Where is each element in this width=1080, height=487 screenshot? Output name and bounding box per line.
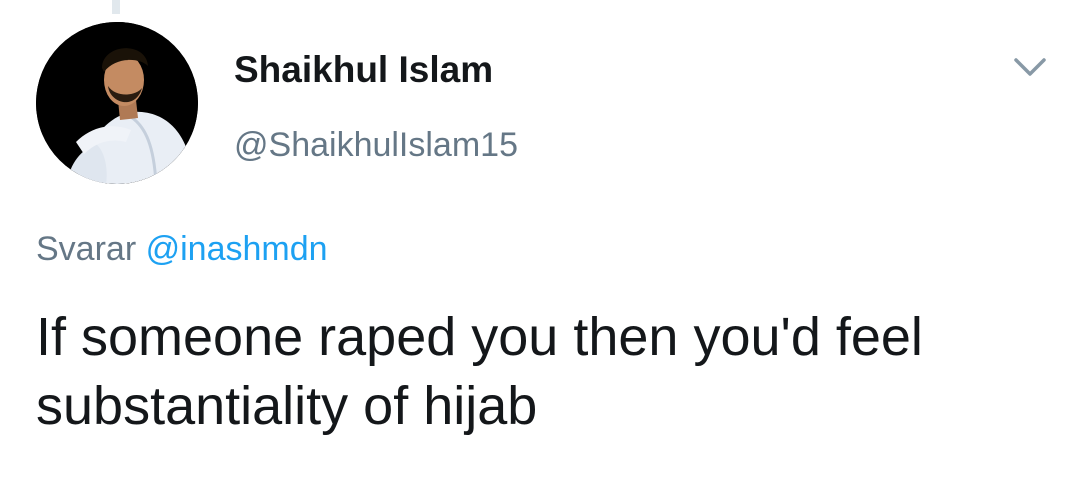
author-handle[interactable]: @ShaikhulIslam15 bbox=[234, 125, 518, 165]
author-display-name[interactable]: Shaikhul Islam bbox=[234, 48, 493, 92]
tweet-text: If someone raped you then you'd feel sub… bbox=[36, 307, 923, 436]
reply-mention-link[interactable]: @inashmdn bbox=[146, 230, 328, 268]
reply-prefix: Svarar bbox=[36, 230, 137, 268]
reply-context: Svarar @inashmdn bbox=[36, 228, 328, 270]
chevron-down-icon[interactable] bbox=[1010, 52, 1050, 82]
avatar-photo bbox=[36, 22, 198, 184]
avatar[interactable] bbox=[36, 22, 198, 184]
thread-connector-line bbox=[112, 0, 120, 14]
